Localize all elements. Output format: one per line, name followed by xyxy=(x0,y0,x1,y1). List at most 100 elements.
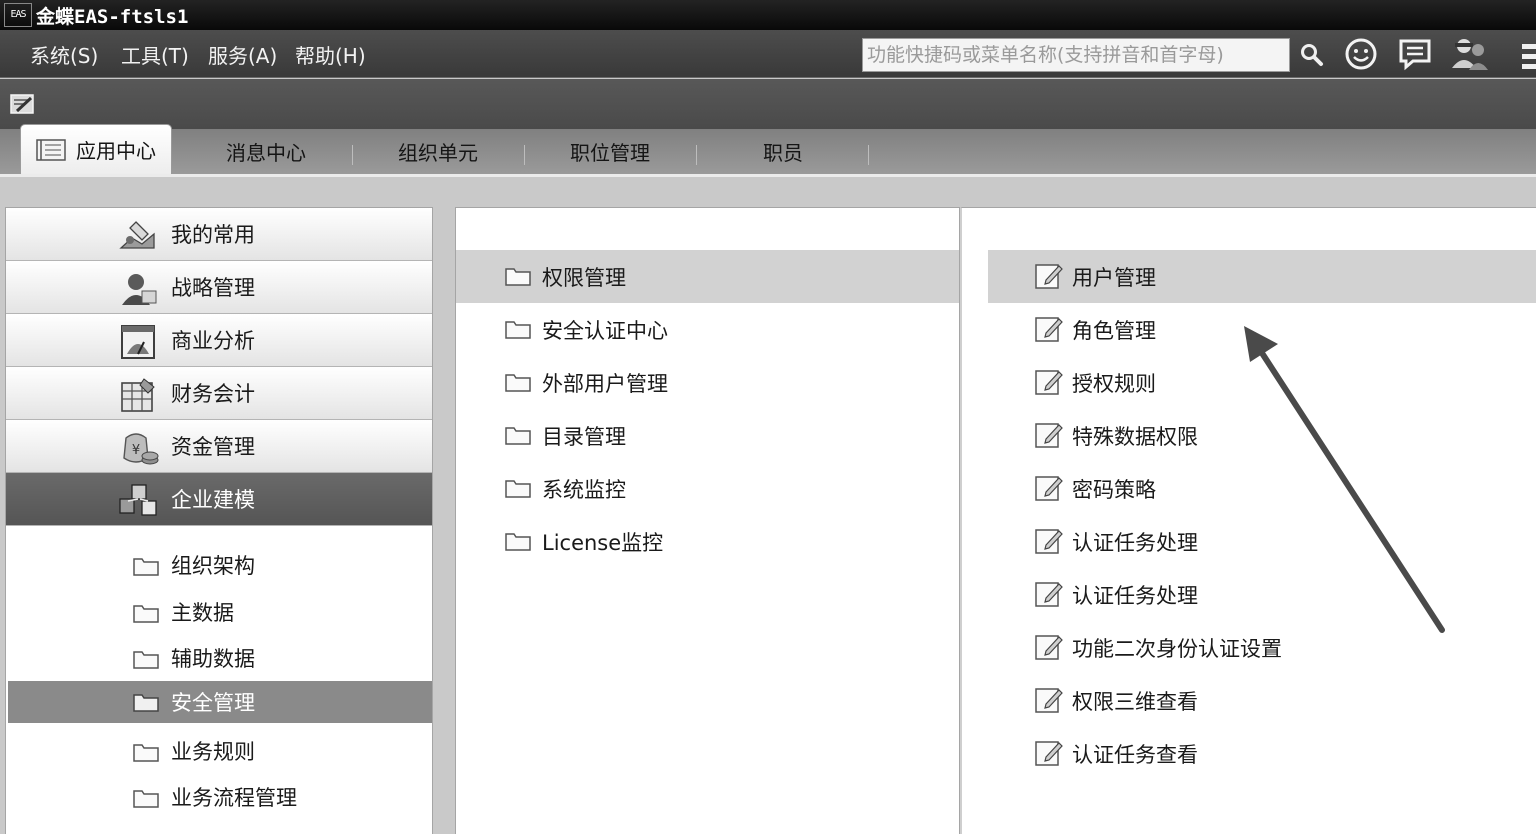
category-fund-mgmt[interactable]: ¥ 资金管理 xyxy=(6,420,432,473)
module-security-auth-center[interactable]: 安全认证中心 xyxy=(456,303,959,356)
edit-layout-icon[interactable] xyxy=(10,94,36,116)
folder-icon xyxy=(133,694,159,712)
search-icon[interactable] xyxy=(1298,41,1326,69)
category-enterprise-modeling[interactable]: 企业建模 xyxy=(6,473,432,526)
function-label: 授权规则 xyxy=(1072,371,1156,396)
menu-system[interactable]: 系统(S) xyxy=(27,40,101,69)
tab-org-unit[interactable]: 组织单元 xyxy=(398,129,478,174)
folder-icon xyxy=(505,427,531,445)
function-panel: 用户管理 角色管理 授权规则 特殊数据权限 密码策略 认证任务处理 认证任务处理… xyxy=(960,207,1536,834)
function-secondary-auth-settings[interactable]: 功能二次身份认证设置 xyxy=(962,621,1536,674)
category-favorites[interactable]: 我的常用 xyxy=(6,208,432,261)
edit-document-icon xyxy=(1035,264,1063,289)
modeling-icon xyxy=(119,484,157,516)
tab-divider xyxy=(696,145,697,165)
favorites-icon xyxy=(119,221,155,249)
subnav-label: 主数据 xyxy=(171,601,234,625)
title-bar: EAS 金蝶EAS-ftsls1 xyxy=(0,0,1536,30)
function-auth-task-processing-2[interactable]: 认证任务处理 xyxy=(962,568,1536,621)
module-label: 权限管理 xyxy=(542,265,626,290)
module-license-monitor[interactable]: License监控 xyxy=(456,515,959,568)
quick-search-input[interactable] xyxy=(862,38,1290,72)
subnav-label: 安全管理 xyxy=(171,691,255,715)
accounting-icon xyxy=(121,378,155,412)
function-label: 认证任务处理 xyxy=(1072,583,1198,608)
tab-divider xyxy=(352,145,353,165)
category-business-analysis[interactable]: 商业分析 xyxy=(6,314,432,367)
folder-icon xyxy=(505,374,531,392)
module-label: 目录管理 xyxy=(542,424,626,449)
menu-help[interactable]: 帮助(H) xyxy=(292,40,369,69)
tab-message-center[interactable]: 消息中心 xyxy=(226,129,306,174)
module-label: 安全认证中心 xyxy=(542,318,668,343)
folder-icon xyxy=(133,790,159,808)
folder-icon xyxy=(133,651,159,669)
function-auth-task-processing[interactable]: 认证任务处理 xyxy=(962,515,1536,568)
subnav-label: 辅助数据 xyxy=(171,647,255,671)
app-center-icon xyxy=(36,138,66,161)
category-panel: 我的常用 战略管理 商业分析 财务会计 ¥ 资金管理 企业建模 组织架构 主数据… xyxy=(5,207,433,834)
message-icon[interactable] xyxy=(1397,36,1433,72)
more-icon[interactable] xyxy=(1518,40,1536,72)
module-label: License监控 xyxy=(542,530,664,555)
toolbar xyxy=(0,79,1536,129)
category-label: 商业分析 xyxy=(171,329,255,353)
category-label: 资金管理 xyxy=(171,435,255,459)
category-accounting[interactable]: 财务会计 xyxy=(6,367,432,420)
module-label: 外部用户管理 xyxy=(542,371,668,396)
tab-app-center-label: 应用中心 xyxy=(76,139,156,163)
function-password-policy[interactable]: 密码策略 xyxy=(962,462,1536,515)
folder-icon xyxy=(505,268,531,286)
subnav-org-structure[interactable]: 组织架构 xyxy=(6,545,432,585)
category-strategy[interactable]: 战略管理 xyxy=(6,261,432,314)
tab-staff[interactable]: 职员 xyxy=(763,129,803,174)
folder-icon xyxy=(133,605,159,623)
module-label: 系统监控 xyxy=(542,477,626,502)
subnav-label: 业务流程管理 xyxy=(171,786,297,810)
module-panel: 权限管理 安全认证中心 外部用户管理 目录管理 系统监控 License监控 xyxy=(455,207,960,834)
subnav-auxiliary-data[interactable]: 辅助数据 xyxy=(6,638,432,678)
menu-service[interactable]: 服务(A) xyxy=(205,40,280,69)
smiley-icon[interactable] xyxy=(1343,36,1379,72)
subnav-label: 组织架构 xyxy=(171,554,255,578)
function-label: 特殊数据权限 xyxy=(1072,424,1198,449)
subnav-business-rules[interactable]: 业务规则 xyxy=(6,731,432,771)
folder-icon xyxy=(133,558,159,576)
function-special-data-permission[interactable]: 特殊数据权限 xyxy=(962,409,1536,462)
function-user-mgmt[interactable]: 用户管理 xyxy=(988,250,1536,303)
edit-document-icon xyxy=(1035,476,1063,501)
function-label: 功能二次身份认证设置 xyxy=(1072,636,1282,661)
subnav-process-mgmt[interactable]: 业务流程管理 xyxy=(6,777,432,817)
subnav-master-data[interactable]: 主数据 xyxy=(6,592,432,632)
function-permission-3d-view[interactable]: 权限三维查看 xyxy=(962,674,1536,727)
edit-document-icon xyxy=(1035,317,1063,342)
function-auth-task-view[interactable]: 认证任务查看 xyxy=(962,727,1536,780)
fund-icon: ¥ xyxy=(123,433,159,465)
edit-document-icon xyxy=(1035,635,1063,660)
function-label: 认证任务处理 xyxy=(1072,530,1198,555)
tab-position-mgmt[interactable]: 职位管理 xyxy=(570,129,650,174)
tab-app-center[interactable]: 应用中心 xyxy=(20,124,172,174)
function-role-mgmt[interactable]: 角色管理 xyxy=(962,303,1536,356)
module-system-monitor[interactable]: 系统监控 xyxy=(456,462,959,515)
category-label: 企业建模 xyxy=(171,488,255,512)
module-permission-mgmt[interactable]: 权限管理 xyxy=(456,250,959,303)
subnav-label: 业务规则 xyxy=(171,740,255,764)
strategy-icon xyxy=(122,274,157,305)
menu-tools[interactable]: 工具(T) xyxy=(118,40,192,69)
edit-document-icon xyxy=(1035,370,1063,395)
analysis-icon xyxy=(121,325,155,359)
tab-strip: 应用中心 消息中心 组织单元 职位管理 职员 xyxy=(0,124,1536,177)
module-external-user-mgmt[interactable]: 外部用户管理 xyxy=(456,356,959,409)
category-label: 我的常用 xyxy=(171,223,255,247)
function-label: 用户管理 xyxy=(1072,265,1156,290)
subnav-security-mgmt[interactable]: 安全管理 xyxy=(8,681,432,723)
function-auth-rules[interactable]: 授权规则 xyxy=(962,356,1536,409)
tab-message-center-label: 消息中心 xyxy=(226,141,306,165)
tab-divider xyxy=(524,145,525,165)
edit-document-icon xyxy=(1035,423,1063,448)
user-group-icon[interactable] xyxy=(1449,34,1491,74)
module-directory-mgmt[interactable]: 目录管理 xyxy=(456,409,959,462)
folder-icon xyxy=(133,744,159,762)
edit-document-icon xyxy=(1035,741,1063,766)
